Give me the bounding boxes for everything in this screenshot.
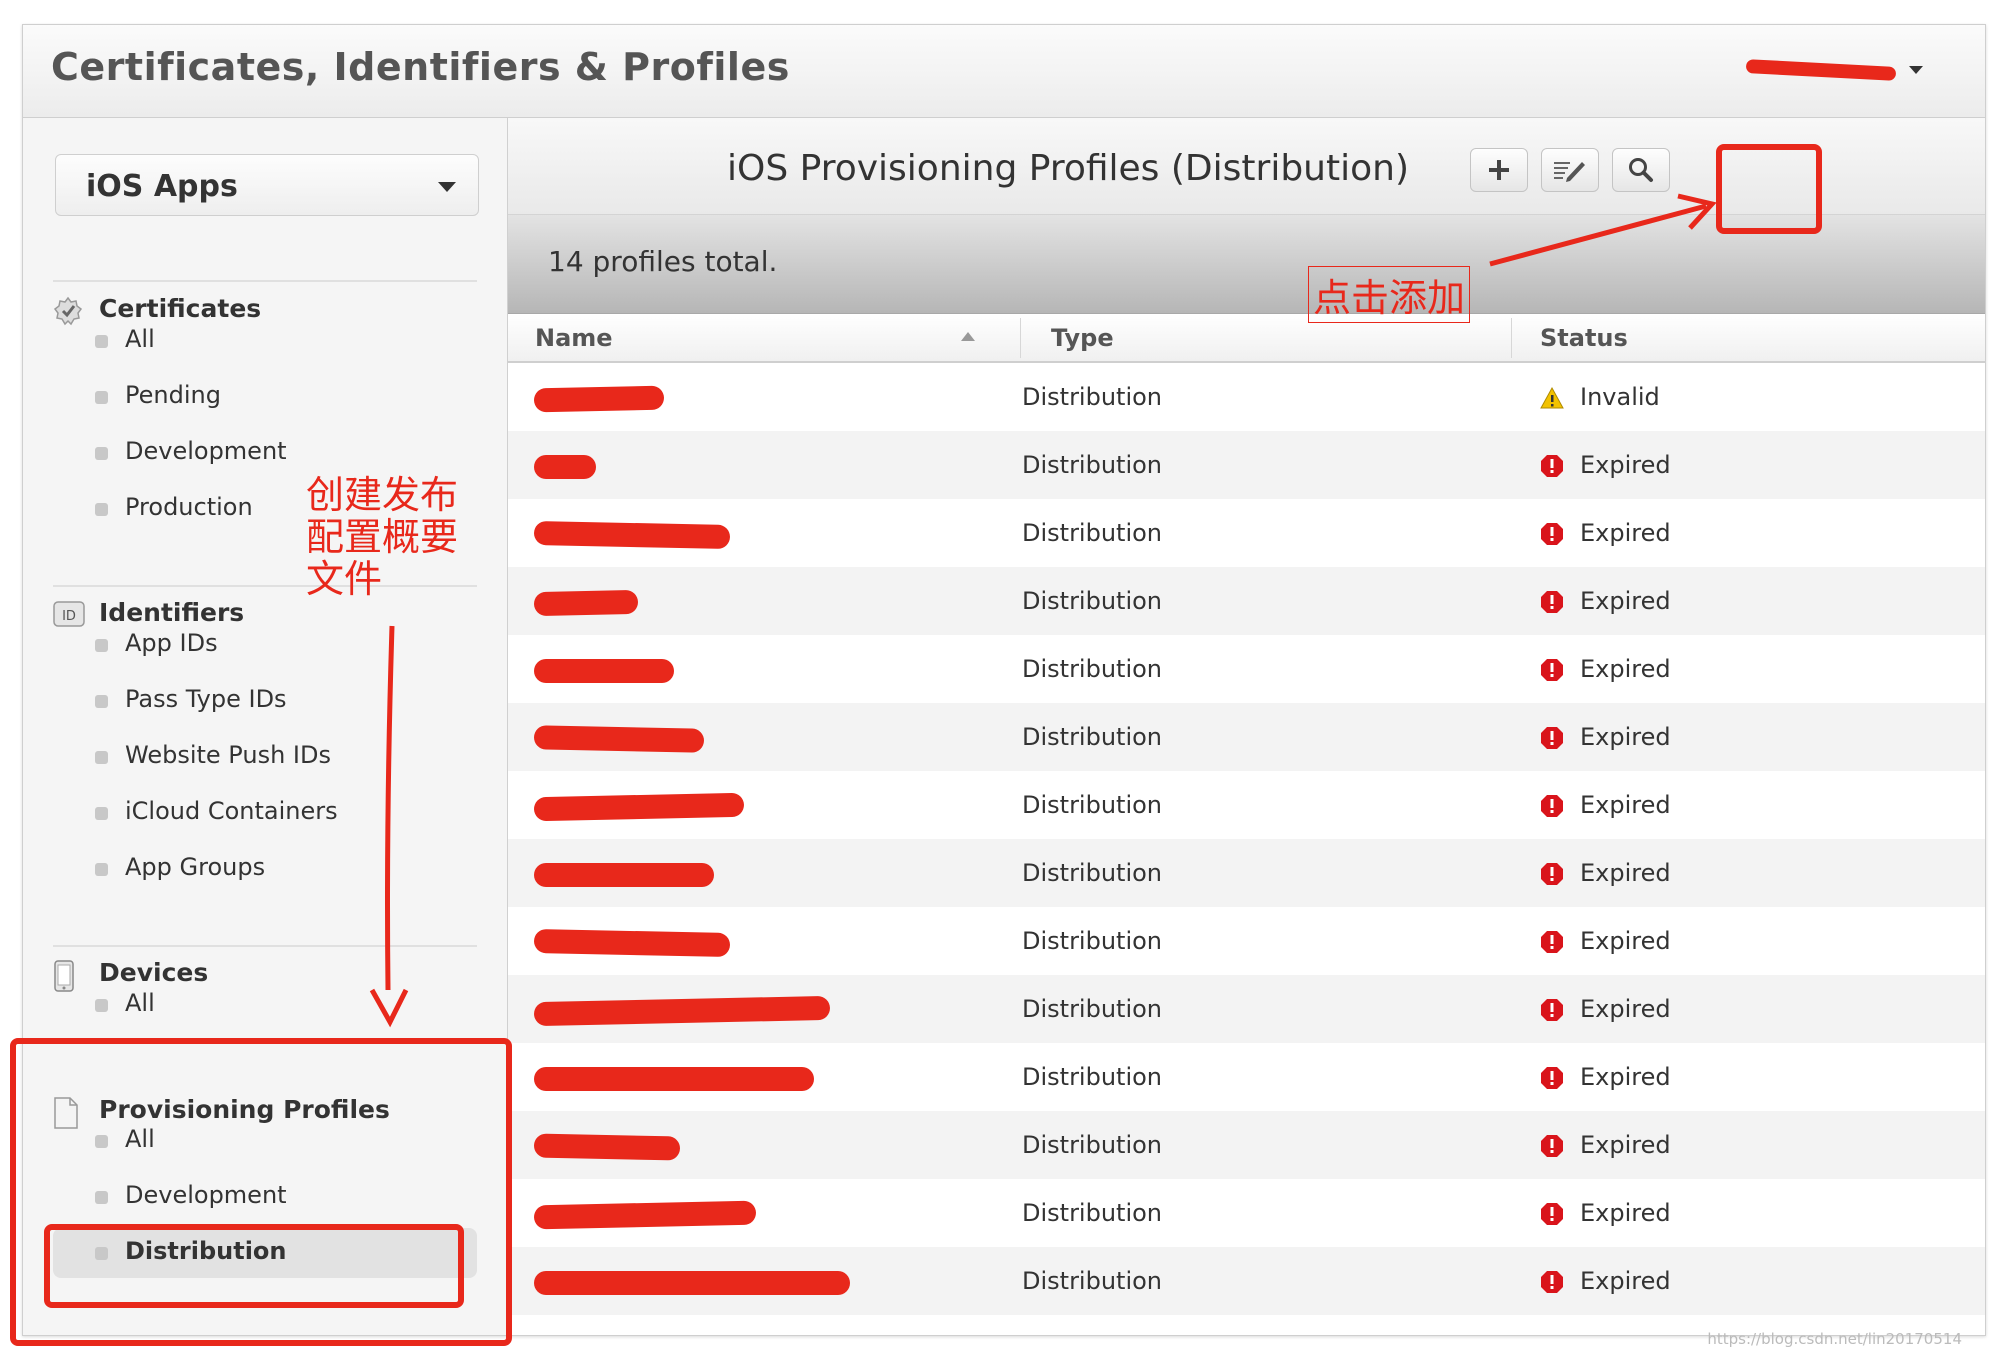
arrow-head-icon — [369, 988, 409, 1028]
annotation-arrows — [369, 193, 1717, 1028]
annotation-arrow-down — [385, 625, 395, 991]
watermark: https://blog.csdn.net/lin20170514 — [1707, 1330, 1962, 1348]
annotation-arrow-add — [1489, 203, 1707, 267]
